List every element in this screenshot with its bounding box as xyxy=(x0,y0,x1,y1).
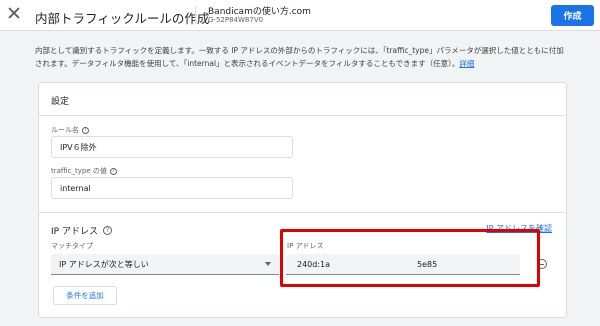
traffic-type-label: traffic_type の値 ? xyxy=(51,166,117,176)
ip-section-title: IP アドレス ? xyxy=(51,224,112,237)
intro-description: 内部として識別するトラフィックを定義します。一致する IP アドレスの外部からの… xyxy=(35,44,565,70)
section-divider xyxy=(39,212,566,213)
match-type-select[interactable]: IP アドレスが次と等しい xyxy=(51,254,279,275)
rule-name-label-text: ルール名 xyxy=(51,126,79,134)
chevron-down-icon xyxy=(265,262,271,266)
page-title: 内部トラフィックルールの作成 xyxy=(35,11,210,26)
add-condition-button[interactable]: 条件を追加 xyxy=(53,286,117,305)
ip-section-title-text: IP アドレス xyxy=(51,227,98,237)
header-divider xyxy=(195,6,196,24)
help-icon[interactable]: ? xyxy=(102,226,112,235)
match-type-label: マッチタイプ xyxy=(51,242,93,250)
intro-text: 内部として識別するトラフィックを定義します。一致する IP アドレスの外部からの… xyxy=(35,46,564,68)
help-icon[interactable]: ? xyxy=(109,167,117,175)
learn-more-link[interactable]: 詳細 xyxy=(459,59,474,68)
help-icon[interactable]: ? xyxy=(82,126,89,134)
rule-name-label: ルール名 ? xyxy=(51,125,89,135)
create-button[interactable]: 作成 xyxy=(551,5,594,26)
card-divider xyxy=(39,115,566,116)
traffic-type-input[interactable]: internal xyxy=(51,177,293,199)
settings-title: 設定 xyxy=(51,97,70,107)
property-id: G-52P84W87V0 xyxy=(208,16,264,24)
close-icon[interactable] xyxy=(7,6,21,20)
rule-name-input[interactable]: IPV６除外 xyxy=(51,136,293,158)
top-bar: 内部トラフィックルールの作成 Bandicamの使い方.com G-52P84W… xyxy=(0,0,600,31)
highlight-box xyxy=(280,229,540,287)
match-type-value: IP アドレスが次と等しい xyxy=(59,259,149,269)
traffic-type-label-text: traffic_type の値 xyxy=(51,167,107,175)
